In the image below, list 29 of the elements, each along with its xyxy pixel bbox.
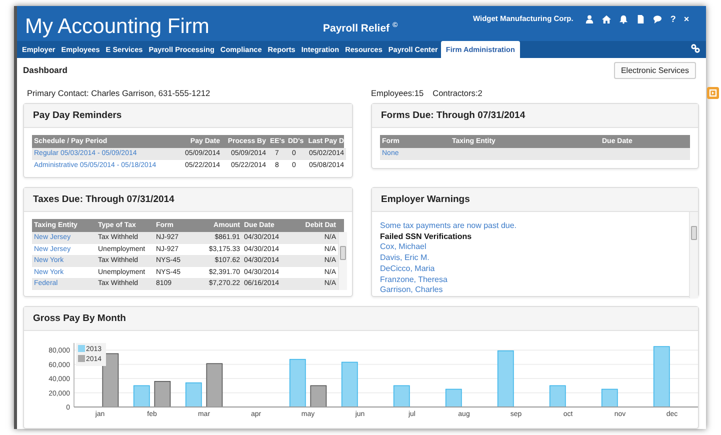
document-icon[interactable] <box>636 14 646 24</box>
scrollbar[interactable] <box>338 232 347 290</box>
panel-title: Gross Pay By Month <box>24 307 698 331</box>
page-title: Dashboard <box>23 65 68 75</box>
warning-link[interactable]: Garrison, Charles <box>380 285 689 296</box>
warning-link[interactable]: Davis, Eric M. <box>380 253 689 264</box>
warning-heading: Failed SSN Verifications <box>380 232 473 242</box>
bell-icon[interactable] <box>619 14 628 24</box>
product-name: Payroll Relief $^{©}$ <box>323 22 399 34</box>
link-icon[interactable] <box>691 44 700 53</box>
panel-title: Forms Due: Through 07/31/2014 <box>372 104 698 128</box>
warning-link[interactable]: DeCicco, Maria <box>380 264 689 275</box>
contractor-count: Contractors:2 <box>432 88 482 98</box>
help-button[interactable]: ? <box>670 14 676 24</box>
panel-title: Taxes Due: Through 07/31/2014 <box>24 188 352 212</box>
close-button[interactable]: × <box>684 14 690 24</box>
scrollbar[interactable] <box>689 212 698 298</box>
electronic-services-button[interactable]: Electronic Services <box>614 62 696 78</box>
panel-title: Pay Day Reminders <box>24 104 352 128</box>
warning-link[interactable]: Cox, Michael <box>380 242 689 254</box>
chat-icon[interactable] <box>653 14 662 24</box>
employee-count: Employees:15 <box>371 88 424 98</box>
panel-title: Employer Warnings <box>372 188 698 212</box>
warning-link[interactable]: Franzone, Theresa <box>380 274 689 286</box>
primary-contact: Primary Contact: Charles Garrison, 631-555-1212 <box>27 88 210 98</box>
app-title: My Accounting Firm <box>25 15 210 39</box>
warning-link[interactable]: Some tax payments are now past due. <box>380 221 689 232</box>
home-icon[interactable] <box>602 14 612 24</box>
user-icon[interactable] <box>585 14 594 24</box>
